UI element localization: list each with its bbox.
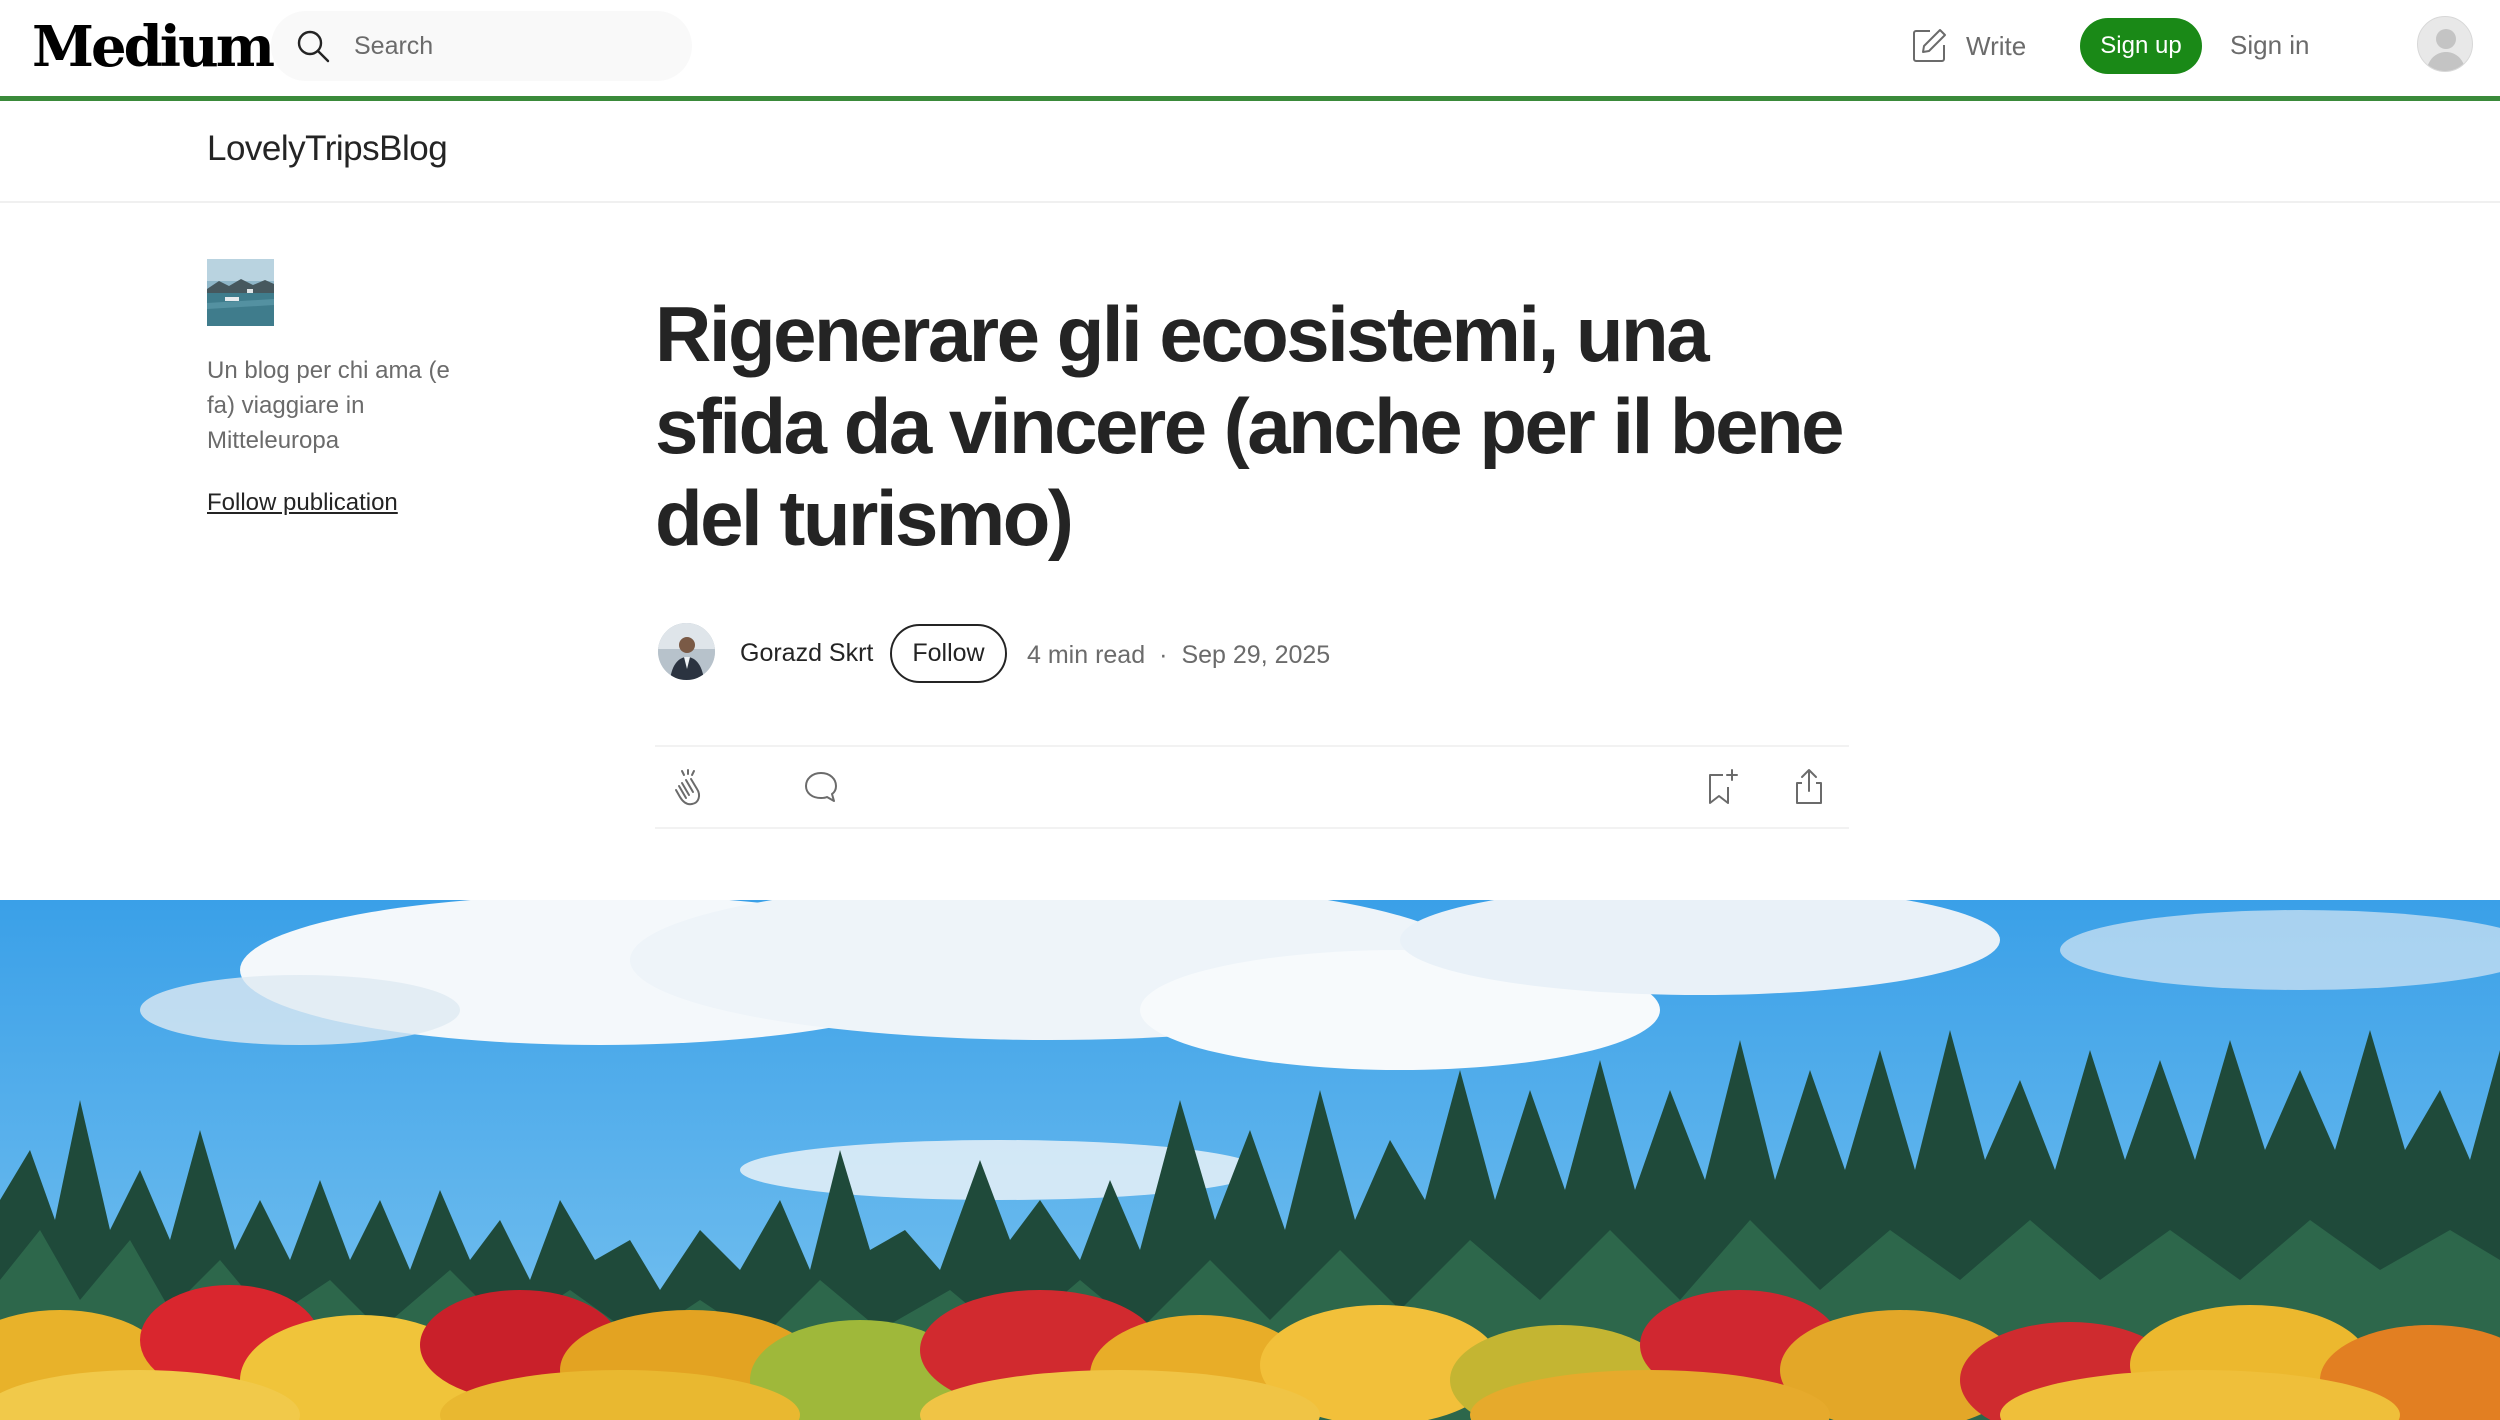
sign-up-button[interactable]: Sign up bbox=[2080, 18, 2202, 74]
author-name[interactable]: Gorazd Skrt bbox=[740, 639, 873, 668]
default-user-icon bbox=[2426, 29, 2466, 71]
publish-date: Sep 29, 2025 bbox=[1181, 641, 1331, 669]
bookmark-add-icon bbox=[1709, 769, 1738, 804]
follow-author-button[interactable]: Follow bbox=[890, 624, 1007, 683]
article-action-bar bbox=[655, 745, 1849, 829]
user-avatar[interactable] bbox=[2417, 16, 2473, 72]
publication-name[interactable]: LovelyTripsBlog bbox=[207, 129, 448, 169]
author-photo bbox=[658, 623, 715, 680]
write-label: Write bbox=[1966, 30, 2027, 61]
search-box[interactable] bbox=[271, 11, 692, 81]
publication-bar: LovelyTripsBlog bbox=[0, 101, 2500, 203]
search-input[interactable] bbox=[354, 11, 674, 81]
write-icon bbox=[1913, 29, 1946, 62]
author-avatar[interactable] bbox=[658, 623, 715, 680]
sign-in-link[interactable]: Sign in bbox=[2230, 30, 2310, 61]
save-bookmark-button[interactable] bbox=[1701, 767, 1741, 807]
follow-publication-link[interactable]: Follow publication bbox=[207, 489, 398, 517]
share-icon bbox=[1796, 769, 1822, 804]
medium-logo[interactable]: Medium bbox=[32, 12, 275, 82]
publication-description: Un blog per chi ama (e fa) viaggiare in … bbox=[207, 357, 450, 454]
clap-icon bbox=[675, 769, 701, 806]
write-button[interactable]: Write bbox=[1910, 24, 2026, 68]
publication-logo[interactable] bbox=[207, 259, 274, 326]
comment-button[interactable] bbox=[801, 767, 841, 807]
lake-landscape-image bbox=[207, 259, 274, 326]
share-button[interactable] bbox=[1789, 767, 1829, 807]
comment-icon bbox=[805, 772, 837, 802]
top-navigation-bar: Medium Write Sign up Sign in bbox=[0, 0, 2500, 97]
article-title: Rigenerare gli ecosistemi, una sfida da … bbox=[655, 290, 1844, 562]
meta-separator: · bbox=[1159, 641, 1168, 669]
article-meta: 4 min read · Sep 29, 2025 bbox=[1027, 641, 1330, 670]
clap-button[interactable] bbox=[670, 767, 710, 807]
search-icon bbox=[297, 30, 330, 63]
article-hero-image bbox=[0, 900, 2500, 1420]
read-time: 4 min read bbox=[1027, 641, 1146, 669]
autumn-forest-image bbox=[0, 900, 2500, 1420]
